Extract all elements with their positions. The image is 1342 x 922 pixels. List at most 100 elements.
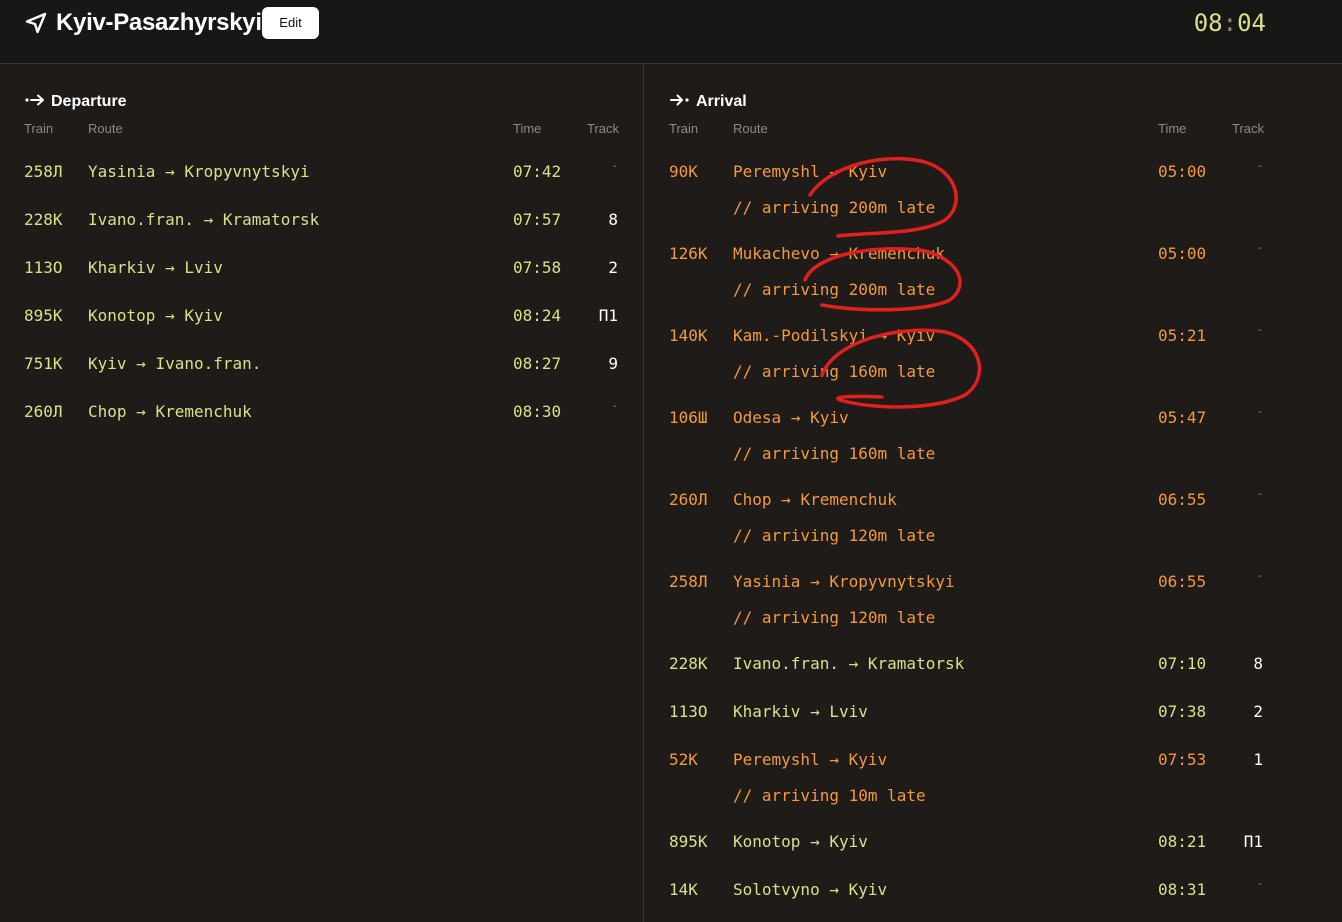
train-number: 895К	[669, 832, 708, 851]
route: Kharkiv → Lviv	[733, 700, 868, 724]
table-row[interactable]: 14К Solotvyno → Kyiv 08:31 -	[644, 878, 1342, 902]
route-arrow-icon: →	[136, 354, 146, 373]
arrival-heading: Arrival	[669, 92, 747, 112]
clock-minutes: 04	[1237, 9, 1266, 37]
route-from: Mukachevo	[733, 244, 820, 263]
table-row[interactable]: 140К Kam.-Podilskyi → Kyiv 05:21 -	[644, 324, 1342, 348]
route-arrow-icon: →	[810, 702, 820, 721]
train-number: 751К	[24, 354, 63, 373]
column-header-time: Time	[513, 121, 542, 136]
navigation-arrow-icon	[25, 12, 47, 34]
route: Chop → Kremenchuk	[88, 400, 252, 424]
route-arrow-icon: →	[810, 572, 820, 591]
time: 05:00	[1158, 244, 1207, 263]
clock: 08:04	[1190, 8, 1266, 38]
route-to: Kyiv	[184, 306, 223, 325]
route-to: Kramatorsk	[867, 654, 965, 673]
table-row[interactable]: 52К Peremyshl → Kyiv 07:53 1	[644, 748, 1342, 772]
route-from: Solotvyno	[733, 880, 820, 899]
route-arrow-icon: →	[829, 244, 839, 263]
route-to: Ivano.fran.	[155, 354, 262, 373]
route-arrow-icon: →	[810, 832, 820, 851]
time: 07:53	[1158, 750, 1207, 769]
train-number: 113О	[669, 702, 708, 721]
train-number: 260Л	[669, 490, 708, 509]
time: 07:42	[513, 162, 562, 181]
route: Peremyshl → Kyiv	[733, 748, 887, 772]
route-from: Kharkiv	[88, 258, 156, 277]
time: 06:55	[1158, 490, 1207, 509]
track-number: -	[611, 159, 618, 172]
column-header-train: Train	[669, 121, 699, 136]
table-row[interactable]: 113О Kharkiv → Lviv 07:38 2	[644, 700, 1342, 724]
top-bar: Kyiv-Pasazhyrskyi Edit 08:04	[0, 0, 1342, 64]
table-row[interactable]: 113О Kharkiv → Lviv 07:58 2	[0, 256, 643, 280]
table-row[interactable]: 258Л Yasinia → Kropyvnytskyi 07:42 -	[0, 160, 643, 184]
route-to: Kremenchuk	[848, 244, 945, 263]
route-arrow-icon: →	[165, 306, 175, 325]
route-from: Konotop	[733, 832, 801, 851]
table-row[interactable]: 260Л Chop → Kremenchuk 06:55 -	[644, 488, 1342, 512]
delay-note: // arriving 10m late	[644, 784, 1342, 808]
route: Kharkiv → Lviv	[88, 256, 223, 280]
route: Konotop → Kyiv	[88, 304, 223, 328]
delay-text: // arriving 120m late	[733, 608, 936, 627]
route-to: Kyiv	[810, 408, 849, 427]
route-from: Kharkiv	[733, 702, 801, 721]
track-number: -	[1256, 405, 1263, 418]
time: 08:27	[513, 354, 562, 373]
delay-text: // arriving 200m late	[733, 280, 936, 299]
route-arrow-icon: →	[829, 162, 839, 181]
table-row[interactable]: 228К Ivano.fran. → Kramatorsk 07:57 8	[0, 208, 643, 232]
route-arrow-icon: →	[203, 210, 214, 229]
route-to: Kyiv	[829, 832, 868, 851]
edit-button[interactable]: Edit	[262, 7, 319, 39]
route-from: Ivano.fran.	[88, 210, 194, 229]
time: 08:30	[513, 402, 562, 421]
table-row[interactable]: 751К Kyiv → Ivano.fran. 08:27 9	[0, 352, 643, 376]
table-row[interactable]: 106Ш Odesa → Kyiv 05:47 -	[644, 406, 1342, 430]
route-arrow-icon: →	[829, 880, 839, 899]
train-number: 140К	[669, 326, 708, 345]
train-number: 14К	[669, 880, 698, 899]
route-to: Kyiv	[848, 750, 888, 769]
route-to: Kremenchuk	[155, 402, 252, 421]
route-to: Kremenchuk	[800, 490, 897, 509]
departure-panel: Departure Train Route Time Track 258Л Yas…	[0, 64, 644, 922]
track-number: -	[1256, 323, 1263, 336]
route-from: Ivano.fran.	[733, 654, 839, 673]
route-to: Lviv	[829, 702, 868, 721]
route-arrow-icon: →	[790, 408, 801, 427]
column-header-time: Time	[1158, 121, 1187, 136]
column-header-track: Track	[587, 121, 620, 136]
table-row[interactable]: 895К Konotop → Kyiv 08:24 П1	[0, 304, 643, 328]
departure-arrow-icon	[25, 94, 44, 106]
route-arrow-icon: →	[877, 326, 888, 345]
delay-note: // arriving 160m late	[644, 442, 1342, 466]
time: 08:24	[513, 306, 562, 325]
route: Kyiv → Ivano.fran.	[88, 352, 261, 376]
table-row[interactable]: 258Л Yasinia → Kropyvnytskyi 06:55 -	[644, 570, 1342, 594]
track-number: 9	[608, 354, 618, 373]
time: 07:38	[1158, 702, 1207, 721]
route-arrow-icon: →	[829, 750, 839, 769]
route: Kam.-Podilskyi → Kyiv	[733, 324, 935, 348]
delay-note: // arriving 120m late	[644, 524, 1342, 548]
route-from: Yasinia	[88, 162, 156, 181]
table-row[interactable]: 260Л Chop → Kremenchuk 08:30 -	[0, 400, 643, 424]
delay-note: // arriving 200m late	[644, 196, 1342, 220]
track-number: -	[1256, 877, 1263, 890]
column-header-route: Route	[733, 121, 768, 136]
column-header-track: Track	[1232, 121, 1265, 136]
route-to: Kropyvnytskyi	[184, 162, 310, 181]
table-row[interactable]: 126К Mukachevo → Kremenchuk 05:00 -	[644, 242, 1342, 266]
table-row[interactable]: 228К Ivano.fran. → Kramatorsk 07:10 8	[644, 652, 1342, 676]
delay-note: // arriving 160m late	[644, 360, 1342, 384]
train-number: 228К	[669, 654, 708, 673]
table-row[interactable]: 895К Konotop → Kyiv 08:21 П1	[644, 830, 1342, 854]
time: 08:31	[1158, 880, 1207, 899]
track-number: П1	[1243, 832, 1263, 851]
delay-text: // arriving 160m late	[733, 444, 936, 463]
table-row[interactable]: 90К Peremyshl → Kyiv 05:00 -	[644, 160, 1342, 184]
track-number: -	[1256, 569, 1263, 582]
